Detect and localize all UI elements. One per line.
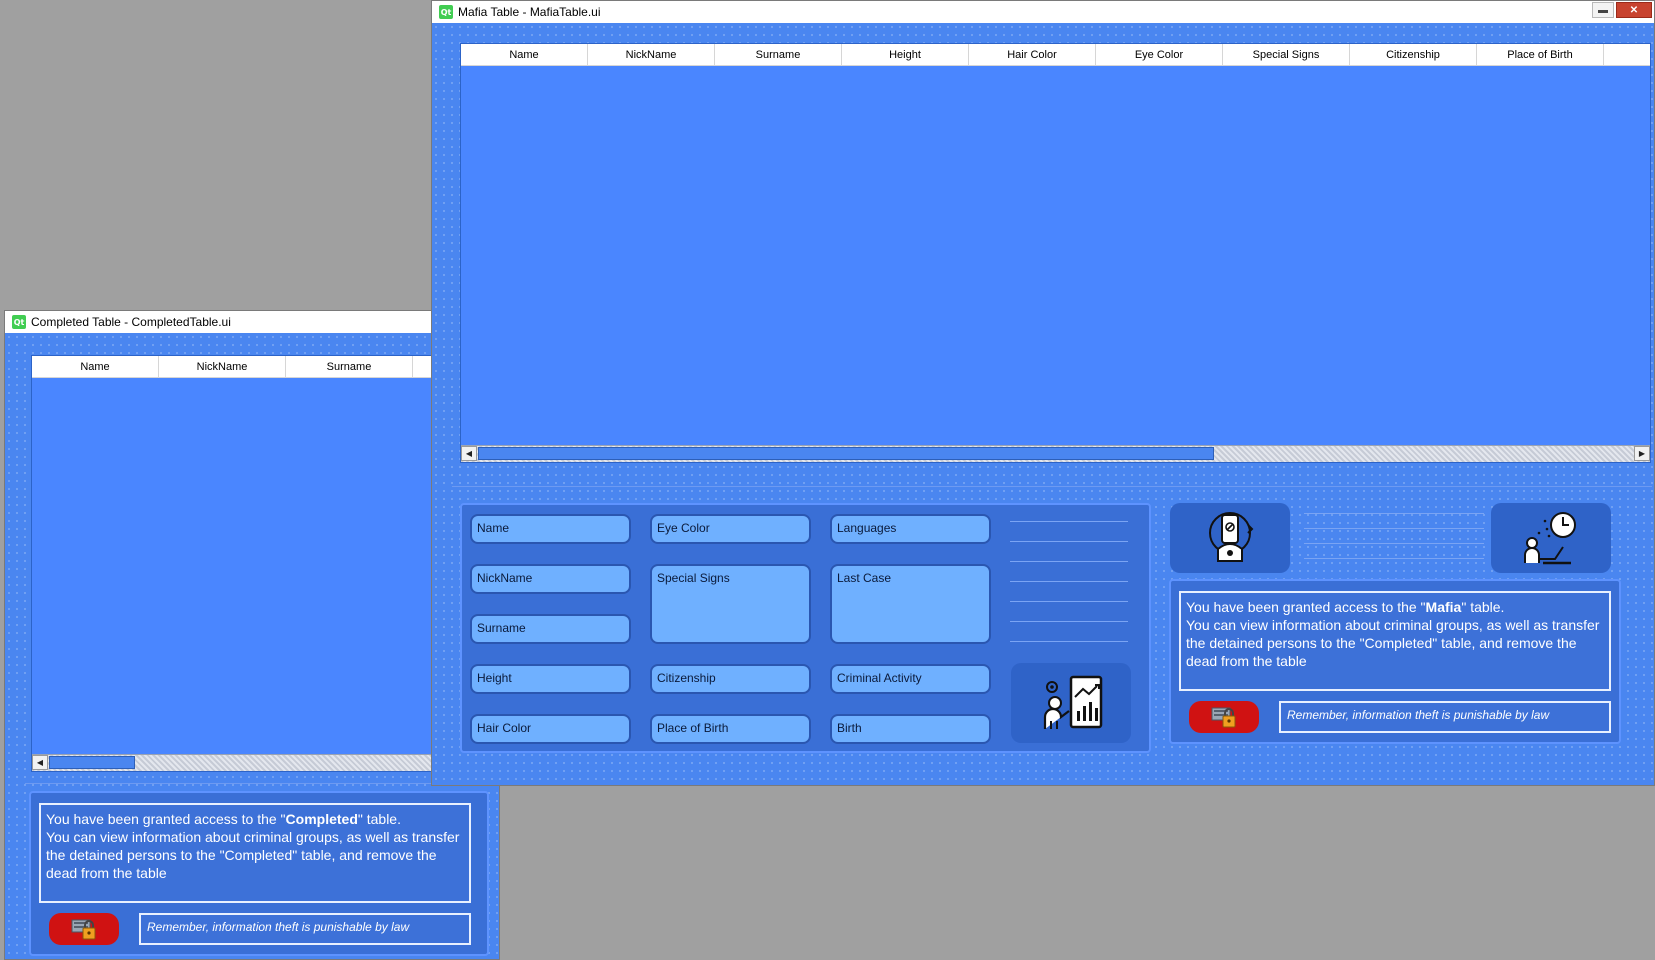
column-header-name[interactable]: Name	[461, 44, 588, 66]
birth-field[interactable]: Birth	[830, 714, 991, 744]
column-header-place-of-birth[interactable]: Place of Birth	[1477, 44, 1604, 66]
completed-warning-text: Remember, information theft is punishabl…	[139, 913, 471, 945]
decorative-line	[1304, 513, 1484, 514]
completed-info-box: You have been granted access to the "Com…	[39, 803, 471, 903]
column-header-height[interactable]: Height	[842, 44, 969, 66]
special-signs-field[interactable]: Special Signs	[650, 564, 811, 644]
qt-logo-icon: Qt	[439, 5, 453, 19]
decorative-line	[1010, 521, 1128, 522]
decorative-line	[1010, 621, 1128, 622]
place-of-birth-field[interactable]: Place of Birth	[650, 714, 811, 744]
mafia-table-header: Name NickName Surname Height Hair Color …	[461, 44, 1650, 66]
qt-logo-icon: Qt	[12, 315, 26, 329]
column-header-surname[interactable]: Surname	[715, 44, 842, 66]
decorative-line	[1304, 528, 1484, 529]
languages-field[interactable]: Languages	[830, 514, 991, 544]
mafia-window-titlebar[interactable]: Qt Mafia Table - MafiaTable.ui ▬ ✕	[432, 1, 1654, 23]
info-table-name: Mafia	[1425, 599, 1462, 615]
eye-color-field[interactable]: Eye Color	[650, 514, 811, 544]
column-header-filler	[1604, 44, 1650, 66]
mafia-info-panel: You have been granted access to the "Maf…	[1169, 579, 1621, 744]
column-header-nickname[interactable]: NickName	[159, 356, 286, 378]
column-header-special-signs[interactable]: Special Signs	[1223, 44, 1350, 66]
info-suffix: " table.	[1461, 599, 1505, 615]
column-header-eye-color[interactable]: Eye Color	[1096, 44, 1223, 66]
criminal-activity-field[interactable]: Criminal Activity	[830, 664, 991, 694]
completed-info-panel: You have been granted access to the "Com…	[29, 791, 489, 956]
info-text: You can view information about criminal …	[1186, 617, 1600, 669]
scroll-left-arrow-icon[interactable]: ◀	[32, 755, 48, 770]
name-field[interactable]: Name	[470, 514, 631, 544]
column-header-name[interactable]: Name	[32, 356, 159, 378]
info-prefix: You have been granted access to the "	[46, 811, 286, 827]
nickname-field[interactable]: NickName	[470, 564, 631, 594]
minimize-icon[interactable]: ▬	[1592, 2, 1614, 18]
mobile-security-icon	[1209, 512, 1254, 562]
info-text: You can view information about criminal …	[46, 829, 460, 881]
mafia-table[interactable]: Name NickName Surname Height Hair Color …	[460, 43, 1651, 463]
decorative-line	[1010, 641, 1128, 642]
decorative-line	[1010, 561, 1128, 562]
column-header-nickname[interactable]: NickName	[588, 44, 715, 66]
scroll-right-arrow-icon[interactable]: ▶	[1634, 446, 1650, 461]
scrollbar-thumb[interactable]	[49, 756, 135, 769]
completed-lock-button[interactable]	[49, 913, 119, 945]
info-suffix: " table.	[357, 811, 401, 827]
completed-horizontal-scrollbar[interactable]: ◀	[32, 754, 500, 771]
column-header-citizenship[interactable]: Citizenship	[1350, 44, 1477, 66]
device-button[interactable]	[1170, 503, 1290, 573]
decorative-line	[1304, 558, 1484, 559]
mafia-warning-text: Remember, information theft is punishabl…	[1279, 701, 1611, 733]
lock-database-icon	[1211, 707, 1236, 728]
person-clock-icon	[1524, 512, 1576, 565]
decorative-line	[1010, 581, 1128, 582]
divider	[452, 486, 1652, 487]
scrollbar-thumb[interactable]	[478, 447, 1214, 460]
height-field[interactable]: Height	[470, 664, 631, 694]
completed-window-titlebar[interactable]: Qt Completed Table - CompletedTable.ui	[5, 311, 499, 333]
mafia-info-box: You have been granted access to the "Maf…	[1179, 591, 1611, 691]
mafia-table-window: Qt Mafia Table - MafiaTable.ui ▬ ✕ Name …	[431, 0, 1655, 786]
completed-window-title: Completed Table - CompletedTable.ui	[31, 315, 231, 329]
decorative-line	[1304, 543, 1484, 544]
citizenship-field[interactable]: Citizenship	[650, 664, 811, 694]
mafia-horizontal-scrollbar[interactable]: ◀ ▶	[461, 445, 1650, 462]
completed-table-window: Qt Completed Table - CompletedTable.ui N…	[4, 310, 540, 960]
last-case-field[interactable]: Last Case	[830, 564, 991, 644]
decorative-line	[1010, 601, 1128, 602]
mafia-window-title: Mafia Table - MafiaTable.ui	[458, 5, 601, 19]
mafia-lock-button[interactable]	[1189, 701, 1259, 733]
mafia-fields-panel: Name NickName Surname Height Hair Color …	[460, 503, 1151, 753]
completed-table-header: Name NickName Surname	[32, 356, 540, 378]
close-icon[interactable]: ✕	[1616, 2, 1652, 18]
column-header-surname[interactable]: Surname	[286, 356, 413, 378]
presentation-chart-icon	[1043, 675, 1103, 729]
column-header-hair-color[interactable]: Hair Color	[969, 44, 1096, 66]
info-table-name: Completed	[285, 811, 358, 827]
hair-color-field[interactable]: Hair Color	[470, 714, 631, 744]
scroll-left-arrow-icon[interactable]: ◀	[461, 446, 477, 461]
info-prefix: You have been granted access to the "	[1186, 599, 1426, 615]
divider	[25, 783, 495, 784]
lock-database-icon	[71, 919, 96, 940]
decorative-line	[1010, 541, 1128, 542]
report-button[interactable]	[1011, 663, 1131, 743]
history-button[interactable]	[1491, 503, 1611, 573]
surname-field[interactable]: Surname	[470, 614, 631, 644]
